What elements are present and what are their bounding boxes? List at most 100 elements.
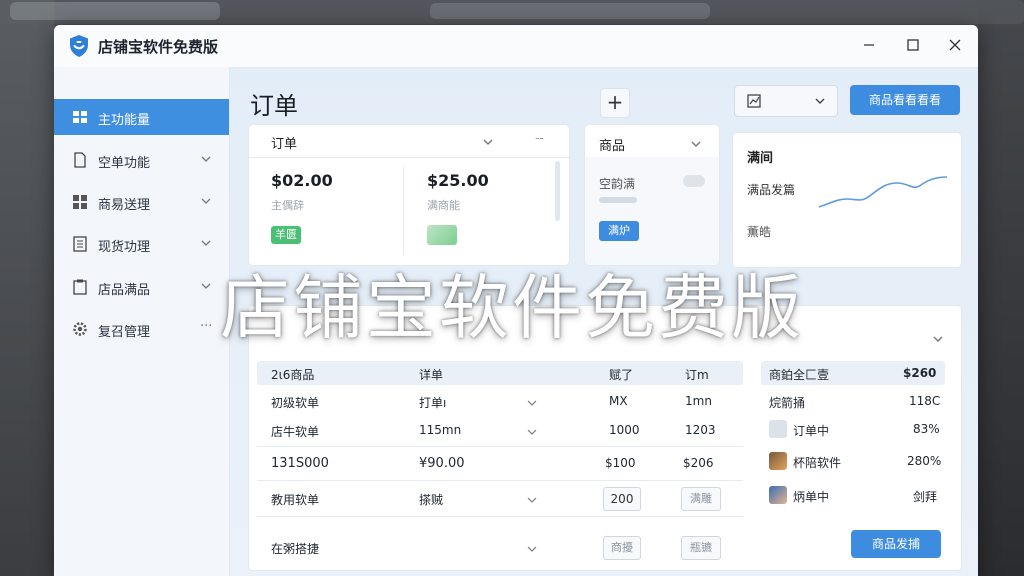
list-item-value: 280%: [907, 454, 942, 468]
avatar: [769, 452, 787, 470]
view-dropdown[interactable]: [734, 85, 838, 117]
table-cell: 打单ı: [419, 396, 447, 410]
table-cell: 1000: [609, 423, 640, 437]
chevron-down-icon[interactable]: [527, 427, 537, 437]
list-item-name: 烷箭捅: [769, 396, 806, 410]
stat-amount: $25.00: [427, 171, 489, 190]
chevron-down-icon[interactable]: [527, 495, 537, 505]
table-cell: 搽贼: [419, 493, 444, 507]
order-summary-card: 订单 -- $02.00 主偶辞 羊匮 $25.00 满商能: [248, 124, 570, 266]
trend-label: 薫皓: [747, 225, 772, 239]
desktop-blur: [430, 3, 710, 19]
title-bar: 店铺宝软件免费版: [54, 25, 978, 67]
row-action-button[interactable]: 商擾: [603, 536, 641, 560]
list-item-value: 83%: [913, 422, 940, 436]
chevron-down-icon: [815, 98, 825, 104]
avatar: [769, 420, 787, 438]
avatar: [769, 486, 787, 504]
stat-amount: $02.00: [271, 171, 333, 190]
chevron-down-icon[interactable]: [527, 544, 537, 554]
list-item-name: 订单中: [793, 424, 830, 438]
row-divider: [257, 480, 743, 481]
table-cell: 115mn: [419, 423, 462, 437]
chart-box-icon: [747, 94, 761, 108]
table-cell: 在粥搭捷: [271, 542, 320, 556]
table-cell: 1203: [685, 423, 716, 437]
minimize-icon: [864, 44, 874, 46]
table-cell: MX: [609, 394, 628, 408]
minimize-button[interactable]: [858, 35, 880, 57]
product-card: 商品 空韵满 满炉: [584, 124, 720, 266]
trend-label: 满品发篇: [747, 183, 796, 197]
image-thumbnail: [427, 225, 457, 245]
sidebar-item-main[interactable]: 主功能量: [54, 99, 229, 135]
toggle-label: 空韵满: [599, 177, 636, 191]
list-item-name: 杯陪软件: [793, 456, 842, 470]
card-title: 商品: [599, 139, 626, 154]
table-header-cell: 详单: [419, 368, 444, 382]
apps-icon: [73, 195, 87, 209]
row-divider: [257, 516, 743, 517]
add-button[interactable]: +: [600, 88, 630, 118]
list-header-value: $260: [903, 366, 937, 380]
desktop-blur: [10, 2, 220, 20]
card-scrollbar[interactable]: [555, 161, 560, 221]
sparkline-chart: [818, 176, 948, 208]
list-item-value: 118C: [909, 394, 941, 408]
row-action-button[interactable]: 瓶镳: [681, 536, 721, 560]
table-cell: 店牛软单: [271, 425, 320, 439]
publish-product-button[interactable]: 商品发捕: [851, 530, 941, 558]
more-icon[interactable]: --: [535, 131, 544, 145]
maximize-icon: [907, 39, 919, 51]
chevron-down-icon[interactable]: [483, 137, 493, 147]
table-cell: $206: [683, 456, 714, 470]
window-title: 店铺宝软件免费版: [98, 38, 219, 56]
list-item-value: 剑拜: [913, 490, 938, 504]
list-icon: [73, 236, 87, 252]
list-header-label: 商鉑全匚壹: [769, 368, 830, 382]
shield-logo-icon: [70, 35, 88, 57]
card-title: 满间: [747, 151, 774, 166]
plus-icon: +: [606, 90, 624, 114]
overlay-title: 店铺宝软件免费版: [220, 267, 804, 349]
chevron-down-icon[interactable]: [527, 398, 537, 408]
list-item-name: 炳单中: [793, 490, 830, 504]
table-header-cell: 赋了: [609, 368, 634, 382]
stat-label: 满商能: [427, 199, 460, 212]
grid-icon: [73, 111, 87, 123]
table-cell: $100: [605, 456, 636, 470]
document-icon: [74, 152, 86, 168]
row-divider: [257, 446, 743, 447]
quantity-input[interactable]: 200: [603, 487, 641, 511]
table-cell: 教用软单: [271, 493, 320, 507]
divider: [403, 167, 404, 255]
chevron-down-icon: [201, 240, 211, 246]
close-icon: [949, 39, 961, 51]
chevron-down-icon[interactable]: [691, 139, 701, 149]
table-cell: 1mn: [685, 394, 712, 408]
trend-card: 满间 满品发篇 薫皓: [732, 132, 962, 268]
table-header: [257, 361, 743, 385]
sidebar-item-label: 空单功能: [98, 156, 151, 171]
page-title: 订单: [250, 92, 298, 120]
sidebar-item-products[interactable]: 商易送理: [54, 184, 229, 220]
view-products-button[interactable]: 商品看看看看: [850, 85, 960, 115]
close-button[interactable]: [944, 35, 966, 57]
status-tag: 羊匮: [271, 226, 301, 244]
row-action-button[interactable]: 满雕: [681, 487, 721, 511]
table-cell: ¥90.00: [419, 456, 465, 471]
sidebar-item-label: 商易送理: [98, 198, 151, 213]
divider: [249, 157, 569, 158]
chevron-down-icon: [201, 156, 211, 162]
sidebar-item-orders[interactable]: 空单功能: [54, 142, 229, 178]
toggle-switch[interactable]: [683, 175, 705, 187]
placeholder-bar: [599, 197, 637, 203]
chevron-down-icon: [201, 198, 211, 204]
product-action-button[interactable]: 满炉: [599, 221, 639, 241]
table-cell: 131S000: [271, 456, 329, 471]
table-header-cell: 2ι6商品: [271, 368, 315, 382]
sidebar-item-label: 主功能量: [98, 113, 151, 128]
card-title: 订单: [271, 137, 298, 152]
table-cell: 初级软单: [271, 396, 320, 410]
maximize-button[interactable]: [902, 35, 924, 57]
